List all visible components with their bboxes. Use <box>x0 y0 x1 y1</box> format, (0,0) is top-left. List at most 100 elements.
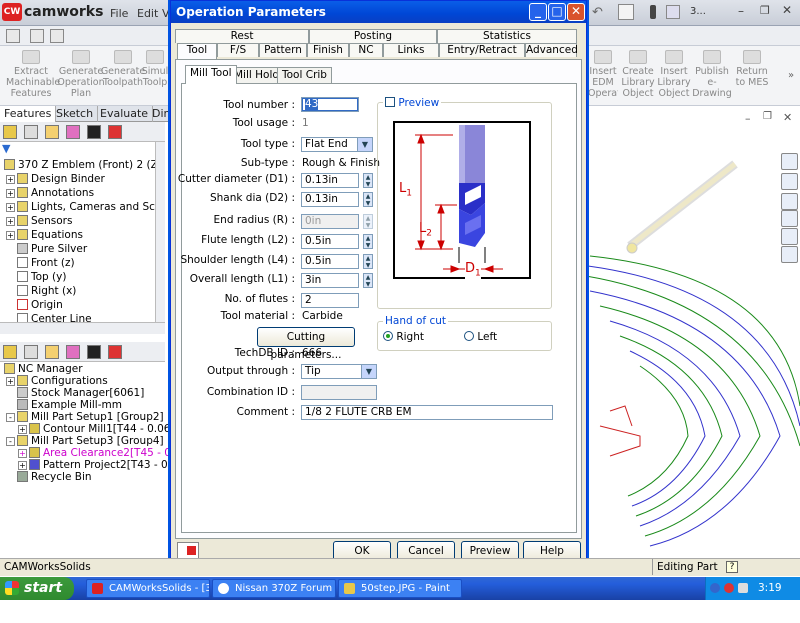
expand-icon[interactable]: + <box>6 203 15 212</box>
tree-item[interactable]: Origin <box>17 298 63 312</box>
camworks-op-tree-icon[interactable] <box>108 125 122 139</box>
view-palette-icon[interactable] <box>781 228 798 245</box>
tray-security-icon[interactable] <box>724 583 734 593</box>
tab-sketch[interactable]: Sketch <box>52 106 99 122</box>
feature-tree-hscroll[interactable] <box>0 322 165 334</box>
start-button[interactable]: start <box>0 577 74 600</box>
publish-edrawing-button[interactable]: Publish e-Drawing <box>690 50 734 99</box>
app-restore-icon[interactable]: ❐ <box>760 4 770 17</box>
config-manager-icon[interactable] <box>45 345 59 359</box>
chevron-down-icon[interactable]: ▼ <box>357 138 372 151</box>
insert-edm-operation-button[interactable]: Insert EDM Operation <box>588 50 618 99</box>
overall-length-input[interactable]: 3in <box>301 273 359 288</box>
dimxpert-icon[interactable] <box>66 345 80 359</box>
expand-icon[interactable]: - <box>6 413 15 422</box>
expand-icon[interactable]: + <box>18 461 27 470</box>
home-icon[interactable] <box>781 153 798 170</box>
ribbon-more-icon[interactable]: » <box>788 70 794 81</box>
tool-type-select[interactable]: Flat End ▼ <box>301 137 373 152</box>
tray-network-icon[interactable] <box>710 583 720 593</box>
shoulder-length-spinner[interactable]: ▲ ▼ <box>363 254 373 269</box>
menu-file[interactable]: File <box>110 7 128 20</box>
tree-item[interactable]: + Annotations <box>6 186 94 200</box>
extract-features-button[interactable]: Extract Machinable Features <box>6 50 60 99</box>
tree-item[interactable]: Top (y) <box>17 270 66 284</box>
shank-dia-spinner[interactable]: ▲ ▼ <box>363 192 373 207</box>
checklist-icon[interactable] <box>30 29 44 43</box>
task-nissan-forum[interactable]: Nissan 370Z Forum - ... <box>212 579 336 598</box>
tab-entry-retract[interactable]: Entry/Retract <box>439 43 525 57</box>
tab-posting[interactable]: Posting <box>309 29 437 43</box>
viewport-restore-icon[interactable]: ❐ <box>763 111 772 122</box>
tree-item[interactable]: + Equations <box>6 228 83 242</box>
return-to-mes-button[interactable]: Return to MES <box>734 50 770 88</box>
tab-finish[interactable]: Finish <box>307 43 349 57</box>
design-library-icon[interactable] <box>781 173 798 190</box>
status-help-icon[interactable]: ? <box>726 561 738 573</box>
expand-icon[interactable]: + <box>6 189 15 198</box>
flute-length-input[interactable]: 0.5in <box>301 234 359 249</box>
tree-root-part[interactable]: 370 Z Emblem (Front) 2 (ZF-2A (40r <box>4 158 165 172</box>
close-icon[interactable]: ✕ <box>567 3 585 21</box>
table-icon[interactable] <box>50 29 64 43</box>
tab-fs[interactable]: F/S <box>217 43 259 57</box>
task-paint[interactable]: 50step.JPG - Paint <box>338 579 462 598</box>
expand-icon[interactable]: + <box>6 175 15 184</box>
tree-item[interactable]: Recycle Bin <box>17 470 92 484</box>
output-through-select[interactable]: Tip ▼ <box>301 364 377 379</box>
tree-item[interactable]: + Sensors <box>6 214 72 228</box>
property-manager-icon[interactable] <box>24 345 38 359</box>
maximize-icon[interactable]: □ <box>548 3 566 21</box>
config-manager-icon[interactable] <box>45 125 59 139</box>
tab-evaluate[interactable]: Evaluate <box>96 106 154 122</box>
preview-checkbox-row[interactable]: Preview <box>383 97 442 109</box>
undo-icon[interactable]: ↶ <box>592 5 603 20</box>
filter-icon[interactable]: ▼ <box>2 142 10 155</box>
traffic-light-icon[interactable] <box>650 5 656 19</box>
tree-item[interactable]: Right (x) <box>17 284 76 298</box>
tab-pattern[interactable]: Pattern <box>259 43 307 57</box>
cutting-parameters-button[interactable]: Cutting parameters... <box>257 327 355 361</box>
insert-library-object-button[interactable]: Insert Library Object <box>654 50 694 99</box>
overall-length-spinner[interactable]: ▲ ▼ <box>363 273 373 288</box>
expand-icon[interactable]: + <box>18 425 27 434</box>
subtab-mill-tool[interactable]: Mill Tool <box>185 65 237 84</box>
feature-tree-vscroll[interactable] <box>155 142 165 322</box>
no-of-flutes-input[interactable]: 2 <box>301 293 359 308</box>
tab-links[interactable]: Links <box>383 43 439 57</box>
tree-item[interactable]: Front (z) <box>17 256 75 270</box>
property-manager-icon[interactable] <box>24 125 38 139</box>
camworks-op-tree-icon[interactable] <box>108 345 122 359</box>
app-minimize-icon[interactable]: – <box>738 4 744 18</box>
create-library-object-button[interactable]: Create Library Object <box>618 50 658 99</box>
exit-icon[interactable] <box>177 542 199 559</box>
expand-icon[interactable]: + <box>6 217 15 226</box>
tree-item[interactable]: Pure Silver <box>17 242 87 256</box>
expand-icon[interactable]: + <box>6 231 15 240</box>
select-arrow-icon[interactable] <box>618 4 634 20</box>
hand-right-radio[interactable]: Right <box>383 331 424 343</box>
file-explorer-icon[interactable] <box>781 193 798 210</box>
menu-edit[interactable]: Edit <box>137 7 158 20</box>
search-icon[interactable] <box>781 210 798 227</box>
preview-checkbox[interactable] <box>385 97 395 107</box>
tab-rest[interactable]: Rest <box>175 29 309 43</box>
cutter-diameter-input[interactable]: 0.13in <box>301 173 359 188</box>
hand-left-radio[interactable]: Left <box>464 331 497 343</box>
chevron-down-icon[interactable]: ▼ <box>361 365 376 378</box>
tool-number-input[interactable]: 43 <box>301 97 359 112</box>
task-camworks[interactable]: CAMWorksSolids - [3... <box>86 579 210 598</box>
tree-item[interactable]: Center Line <box>17 312 92 322</box>
tab-features[interactable]: Features <box>0 106 57 122</box>
tab-advanced[interactable]: Advanced <box>525 43 578 57</box>
options-icon[interactable] <box>666 5 680 19</box>
simulate-toolpath-button[interactable]: Simul Toolp <box>140 50 170 88</box>
tree-item[interactable]: + Design Binder <box>6 172 105 186</box>
menu-view[interactable]: V <box>162 7 170 20</box>
minimize-icon[interactable]: _ <box>529 3 547 21</box>
viewport-minimize-icon[interactable]: – <box>745 112 751 125</box>
tab-statistics[interactable]: Statistics <box>437 29 577 43</box>
tree-item[interactable]: + Lights, Cameras and Scene <box>6 200 165 214</box>
subtab-tool-crib[interactable]: Tool Crib <box>277 67 332 84</box>
tab-nc[interactable]: NC <box>349 43 383 57</box>
